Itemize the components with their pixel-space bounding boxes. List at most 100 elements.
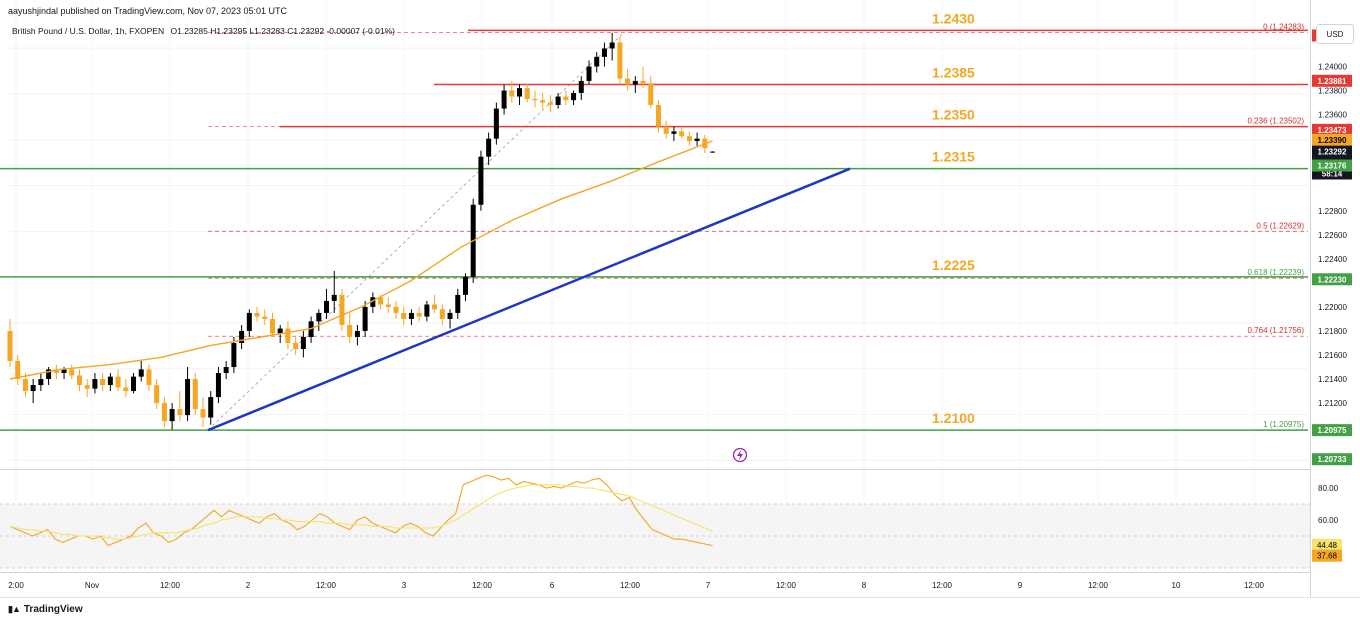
pane-divider[interactable] — [0, 469, 1310, 470]
candle-body — [571, 92, 577, 101]
rsi-scale[interactable]: 80.00 60.00 44.48 37.68 — [1312, 484, 1342, 562]
moving-average-path — [9, 140, 713, 380]
candle-body — [447, 312, 453, 319]
candle-body — [694, 138, 700, 142]
level-label: 1.2315 — [932, 149, 975, 165]
fib-level-label: 0.236 (1.23502) — [1248, 116, 1305, 125]
candle-body — [161, 403, 167, 422]
time-tick-label: 2:00 — [8, 581, 24, 590]
candle-body — [663, 126, 669, 134]
candle-body — [432, 304, 438, 310]
lightning-event-icon[interactable] — [732, 447, 748, 463]
price-tag-label: 1.23390 — [1318, 136, 1347, 145]
price-tag-label: 1.23473 — [1318, 126, 1347, 135]
price-tick-label: 1.24000 — [1318, 62, 1347, 71]
candle-body — [76, 375, 82, 386]
candle-body — [455, 294, 461, 313]
candle-body — [493, 108, 499, 139]
time-tick-label: 12:00 — [620, 581, 641, 590]
symbol-legend[interactable]: British Pound / U.S. Dollar, 1h, FXOPEN … — [12, 26, 395, 36]
candle-body — [486, 138, 492, 157]
candle-body — [316, 312, 322, 322]
time-tick-label: 12:00 — [1244, 581, 1265, 590]
price-tag-label: 1.20733 — [1318, 455, 1347, 464]
candle-body — [300, 336, 306, 349]
candle-body — [594, 56, 600, 67]
candle-body — [7, 330, 13, 362]
candle-body — [169, 409, 175, 422]
candle-body — [462, 276, 468, 295]
time-tick-label: 7 — [706, 581, 711, 590]
rsi-band-region — [0, 503, 1310, 569]
candle-body — [84, 385, 90, 389]
candle-body — [185, 379, 191, 416]
price-scale[interactable]: 1.24000 1.23800 1.23600 1.22800 1.22600 1.224… — [1312, 29, 1352, 466]
price-tag-label: 1.23881 — [1318, 77, 1347, 86]
candle-body — [223, 367, 229, 374]
price-tick-label: 1.22800 — [1318, 207, 1347, 216]
currency-button[interactable]: USD — [1316, 24, 1354, 44]
candle-body — [517, 88, 523, 97]
candle-body — [648, 83, 654, 105]
candle-body — [131, 376, 137, 392]
grid-lines — [8, 0, 1308, 572]
symbol-name[interactable]: British Pound / U.S. Dollar, 1h, FXOPEN — [12, 26, 164, 36]
time-tick-label: 6 — [550, 581, 555, 590]
candle-body — [293, 342, 299, 349]
candle-body — [362, 306, 368, 331]
candle-body — [532, 98, 538, 101]
candle-body — [501, 90, 507, 109]
footer-bar — [0, 597, 1360, 624]
trendline[interactable] — [207, 167, 851, 432]
candle-body — [609, 42, 615, 49]
time-scale[interactable]: 2:00 Nov 12:00 2 12:00 3 12:00 6 12:00 7 12:00 8 12:… — [8, 581, 1264, 590]
candle-body — [100, 379, 106, 386]
candle-body — [540, 100, 546, 103]
time-tick-label: 9 — [1018, 581, 1023, 590]
price-tag-label: 1.22230 — [1318, 275, 1347, 284]
candle-body — [524, 88, 530, 99]
candle-body — [686, 136, 692, 142]
candle-body — [710, 151, 716, 153]
candle-body — [192, 379, 198, 410]
candle-body — [424, 304, 430, 317]
rsi-tag-label: 37.68 — [1317, 552, 1338, 561]
time-tick-label: 12:00 — [472, 581, 493, 590]
candle-body — [416, 312, 422, 317]
level-label: 1.2100 — [932, 410, 975, 426]
candle-body — [354, 330, 360, 337]
candle-body — [578, 80, 584, 93]
time-tick-label: 12:00 — [932, 581, 953, 590]
candle-body — [324, 300, 330, 313]
candle-body — [285, 328, 291, 343]
candle-body — [385, 304, 391, 307]
candle-body — [200, 409, 206, 418]
candle-body — [92, 379, 98, 389]
candle-body — [555, 96, 561, 105]
candle-body — [509, 90, 515, 97]
candle-body — [231, 342, 237, 368]
fib-level-label: 1 (1.20975) — [1263, 420, 1304, 429]
candle-body — [439, 309, 445, 319]
candle-body — [69, 369, 75, 376]
candle-body — [208, 397, 214, 418]
candle-body — [478, 156, 484, 205]
chart-canvas[interactable]: 0 (1.24283)0.236 (1.23502)0.5 (1.22629)0… — [0, 0, 1360, 623]
tradingview-logo[interactable]: ▮▲ TradingView — [8, 604, 83, 615]
candle-body — [408, 312, 414, 319]
candle-body — [215, 373, 221, 398]
horizontal-levels[interactable]: 1.2430 1.2385 1.2350 1.2315 1.2225 1.2100 — [0, 10, 1308, 431]
candle-body — [177, 409, 183, 416]
price-tag-label: 1.23176 — [1318, 162, 1347, 171]
candle-body — [586, 66, 592, 81]
moving-average-line — [9, 140, 713, 380]
candle-body — [123, 387, 129, 392]
candle-body — [146, 369, 152, 386]
time-scale-border — [0, 572, 1310, 573]
candle-body — [655, 104, 661, 127]
candle-body — [601, 48, 607, 57]
fib-level-label: 0.618 (1.22239) — [1248, 268, 1305, 277]
candle-body — [401, 312, 407, 319]
candle-body — [563, 96, 569, 101]
price-tick-label: 1.21800 — [1318, 327, 1347, 336]
